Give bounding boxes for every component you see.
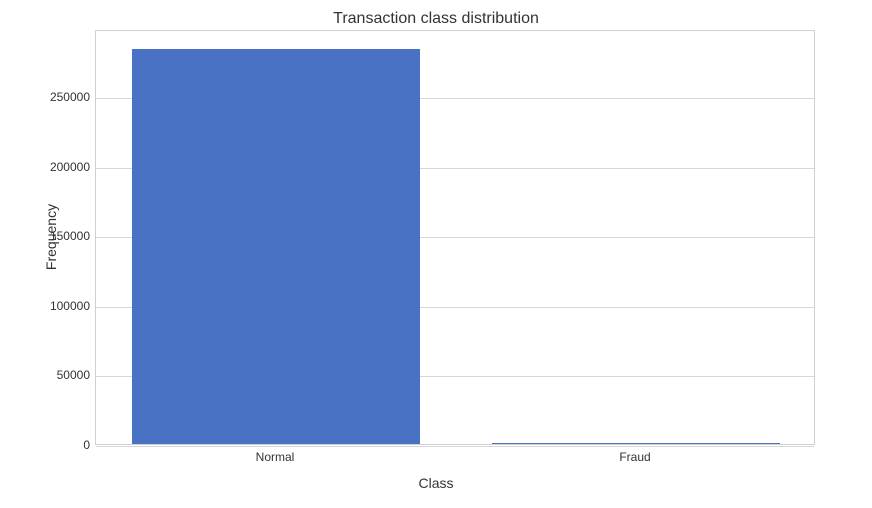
- y-tick-label: 0: [20, 438, 90, 452]
- plot-area: [95, 30, 815, 445]
- chart-title: Transaction class distribution: [333, 10, 539, 28]
- bar-normal: [132, 49, 420, 444]
- y-tick-label: 250000: [20, 90, 90, 104]
- y-tick-label: 150000: [20, 229, 90, 243]
- x-tick-label: Normal: [256, 450, 295, 464]
- x-tick-label: Fraud: [619, 450, 650, 464]
- bar-fraud: [492, 443, 780, 444]
- grid-line: [96, 446, 814, 447]
- y-tick-label: 200000: [20, 160, 90, 174]
- chart-container: Transaction class distribution Frequency…: [0, 0, 872, 508]
- x-axis-label: Class: [418, 475, 453, 491]
- y-tick-label: 100000: [20, 299, 90, 313]
- y-tick-label: 50000: [20, 368, 90, 382]
